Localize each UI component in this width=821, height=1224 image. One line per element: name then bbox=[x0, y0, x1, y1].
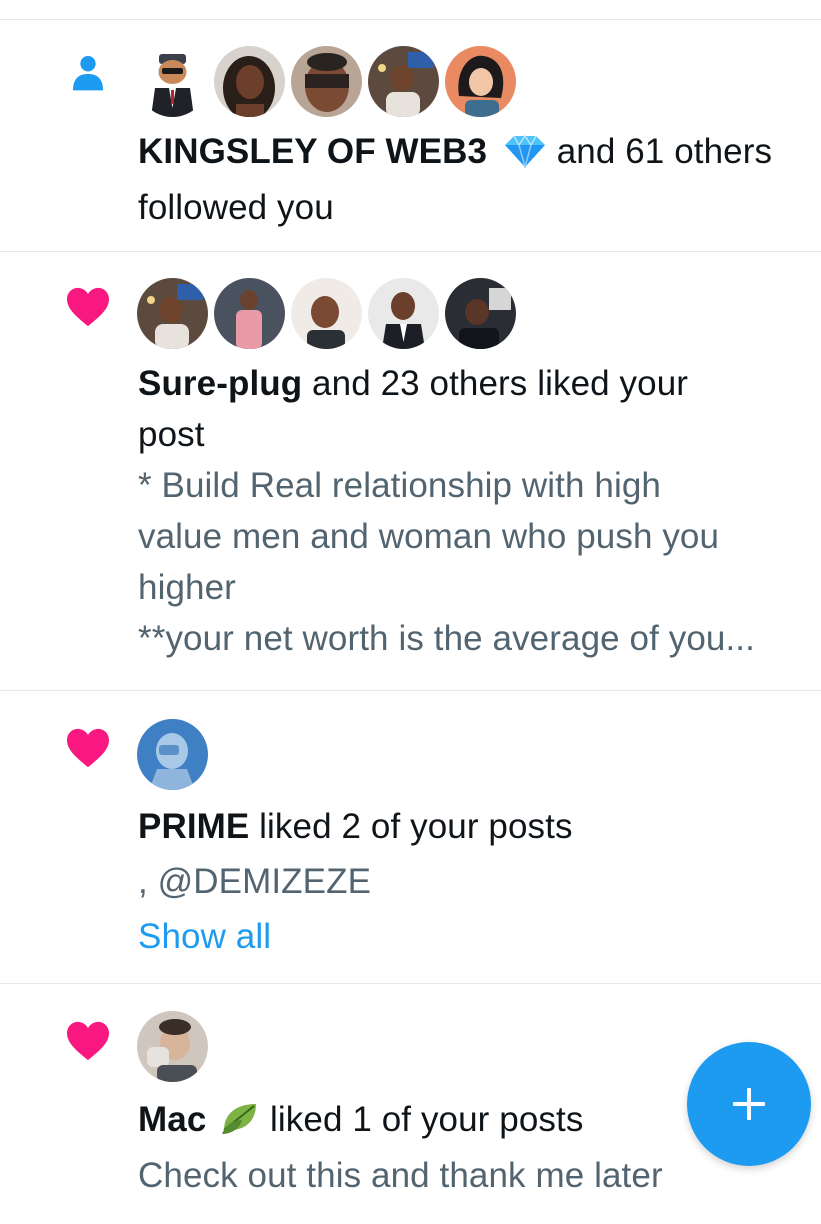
avatar[interactable] bbox=[291, 278, 362, 349]
post-preview-line: **your net worth is the average of you..… bbox=[138, 619, 755, 658]
avatar[interactable] bbox=[368, 278, 439, 349]
avatar[interactable] bbox=[291, 46, 362, 117]
notification-follow[interactable]: KINGSLEY OF WEB3 and 61 others followed … bbox=[0, 20, 821, 252]
compose-fab[interactable] bbox=[687, 1042, 811, 1166]
action-text: liked 1 of your posts bbox=[260, 1100, 584, 1139]
avatar[interactable] bbox=[445, 278, 516, 349]
post-preview[interactable]: Check out this and thank me later bbox=[138, 1150, 811, 1201]
actor-name[interactable]: Sure-plug bbox=[138, 364, 302, 403]
heart-icon bbox=[62, 1020, 114, 1062]
post-preview-line: value men and woman who push you bbox=[138, 517, 720, 556]
post-preview-line: higher bbox=[138, 568, 236, 607]
avatar[interactable] bbox=[137, 719, 208, 790]
action-text: and 61 others bbox=[546, 132, 773, 171]
avatar[interactable] bbox=[137, 46, 208, 117]
notification-like[interactable]: PRIME liked 2 of your posts , @DEMIZEZE … bbox=[0, 691, 821, 984]
actor-name[interactable]: KINGSLEY OF WEB3 bbox=[138, 132, 487, 171]
show-all-link[interactable]: Show all bbox=[138, 911, 811, 962]
avatar[interactable] bbox=[137, 1011, 208, 1082]
action-text: liked 2 of your posts bbox=[249, 807, 573, 846]
heart-icon bbox=[62, 727, 114, 769]
heart-icon bbox=[62, 286, 114, 328]
notification-text: Sure-plug and 23 others liked your post … bbox=[138, 358, 811, 664]
avatar[interactable] bbox=[368, 46, 439, 117]
actor-name[interactable]: PRIME bbox=[138, 807, 249, 846]
post-preview-line: * Build Real relationship with high bbox=[138, 466, 661, 505]
actor-name[interactable]: Mac bbox=[138, 1100, 206, 1139]
notification-text: KINGSLEY OF WEB3 and 61 others followed … bbox=[138, 126, 811, 233]
diamond-icon bbox=[503, 131, 547, 182]
action-text: post bbox=[138, 415, 205, 454]
avatar[interactable] bbox=[214, 278, 285, 349]
notification-like[interactable]: Sure-plug and 23 others liked your post … bbox=[0, 252, 821, 691]
plus-icon bbox=[733, 1088, 765, 1120]
avatar[interactable] bbox=[445, 46, 516, 117]
avatar-group bbox=[137, 46, 516, 117]
avatar-group bbox=[137, 278, 516, 349]
avatar[interactable] bbox=[214, 46, 285, 117]
notification-text: PRIME liked 2 of your posts , @DEMIZEZE … bbox=[138, 801, 811, 962]
action-text: and 23 others liked your bbox=[302, 364, 689, 403]
avatar-group bbox=[137, 1011, 208, 1082]
action-text: followed you bbox=[138, 188, 334, 227]
person-icon bbox=[62, 52, 114, 92]
avatar-group bbox=[137, 719, 208, 790]
mention-text[interactable]: , @DEMIZEZE bbox=[138, 856, 811, 907]
avatar[interactable] bbox=[137, 278, 208, 349]
leaf-icon bbox=[220, 1099, 260, 1150]
post-preview[interactable]: * Build Real relationship with high valu… bbox=[138, 460, 811, 664]
